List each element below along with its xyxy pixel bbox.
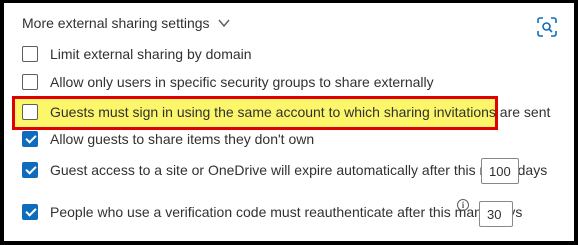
option-limit-domain[interactable]: Limit external sharing by domain [22,46,252,62]
option-label: Guests must sign in using the same accou… [50,104,551,120]
checkbox-share-items[interactable] [22,131,38,147]
checkbox-guest-expire[interactable] [22,162,38,178]
checkbox-limit-domain[interactable] [22,46,38,62]
option-label: Guest access to a site or OneDrive will … [50,162,548,178]
option-share-items[interactable]: Allow guests to share items they don't o… [22,131,314,147]
option-label: Allow guests to share items they don't o… [50,131,315,147]
reauth-days-input[interactable]: 30 [479,201,513,227]
visual-search-icon[interactable] [535,15,559,39]
external-sharing-panel: More external sharing settings Limit ext… [4,3,574,241]
option-label: People who use a verification code must … [50,204,523,220]
option-label: Allow only users in specific security gr… [50,74,434,90]
option-guest-expire[interactable]: Guest access to a site or OneDrive will … [22,162,547,178]
option-label: Limit external sharing by domain [50,46,252,62]
checkbox-same-account[interactable] [22,104,38,120]
checkbox-reauthenticate[interactable] [22,204,38,220]
expire-days-input[interactable]: 100 [481,158,519,184]
section-header[interactable]: More external sharing settings [22,15,230,31]
info-icon[interactable]: i [457,199,469,211]
checkbox-security-groups[interactable] [22,74,38,90]
option-reauthenticate[interactable]: People who use a verification code must … [22,204,522,220]
option-same-account[interactable]: Guests must sign in using the same accou… [22,104,550,120]
option-security-groups[interactable]: Allow only users in specific security gr… [22,74,434,90]
section-title: More external sharing settings [22,15,210,31]
chevron-down-icon[interactable] [218,18,230,28]
